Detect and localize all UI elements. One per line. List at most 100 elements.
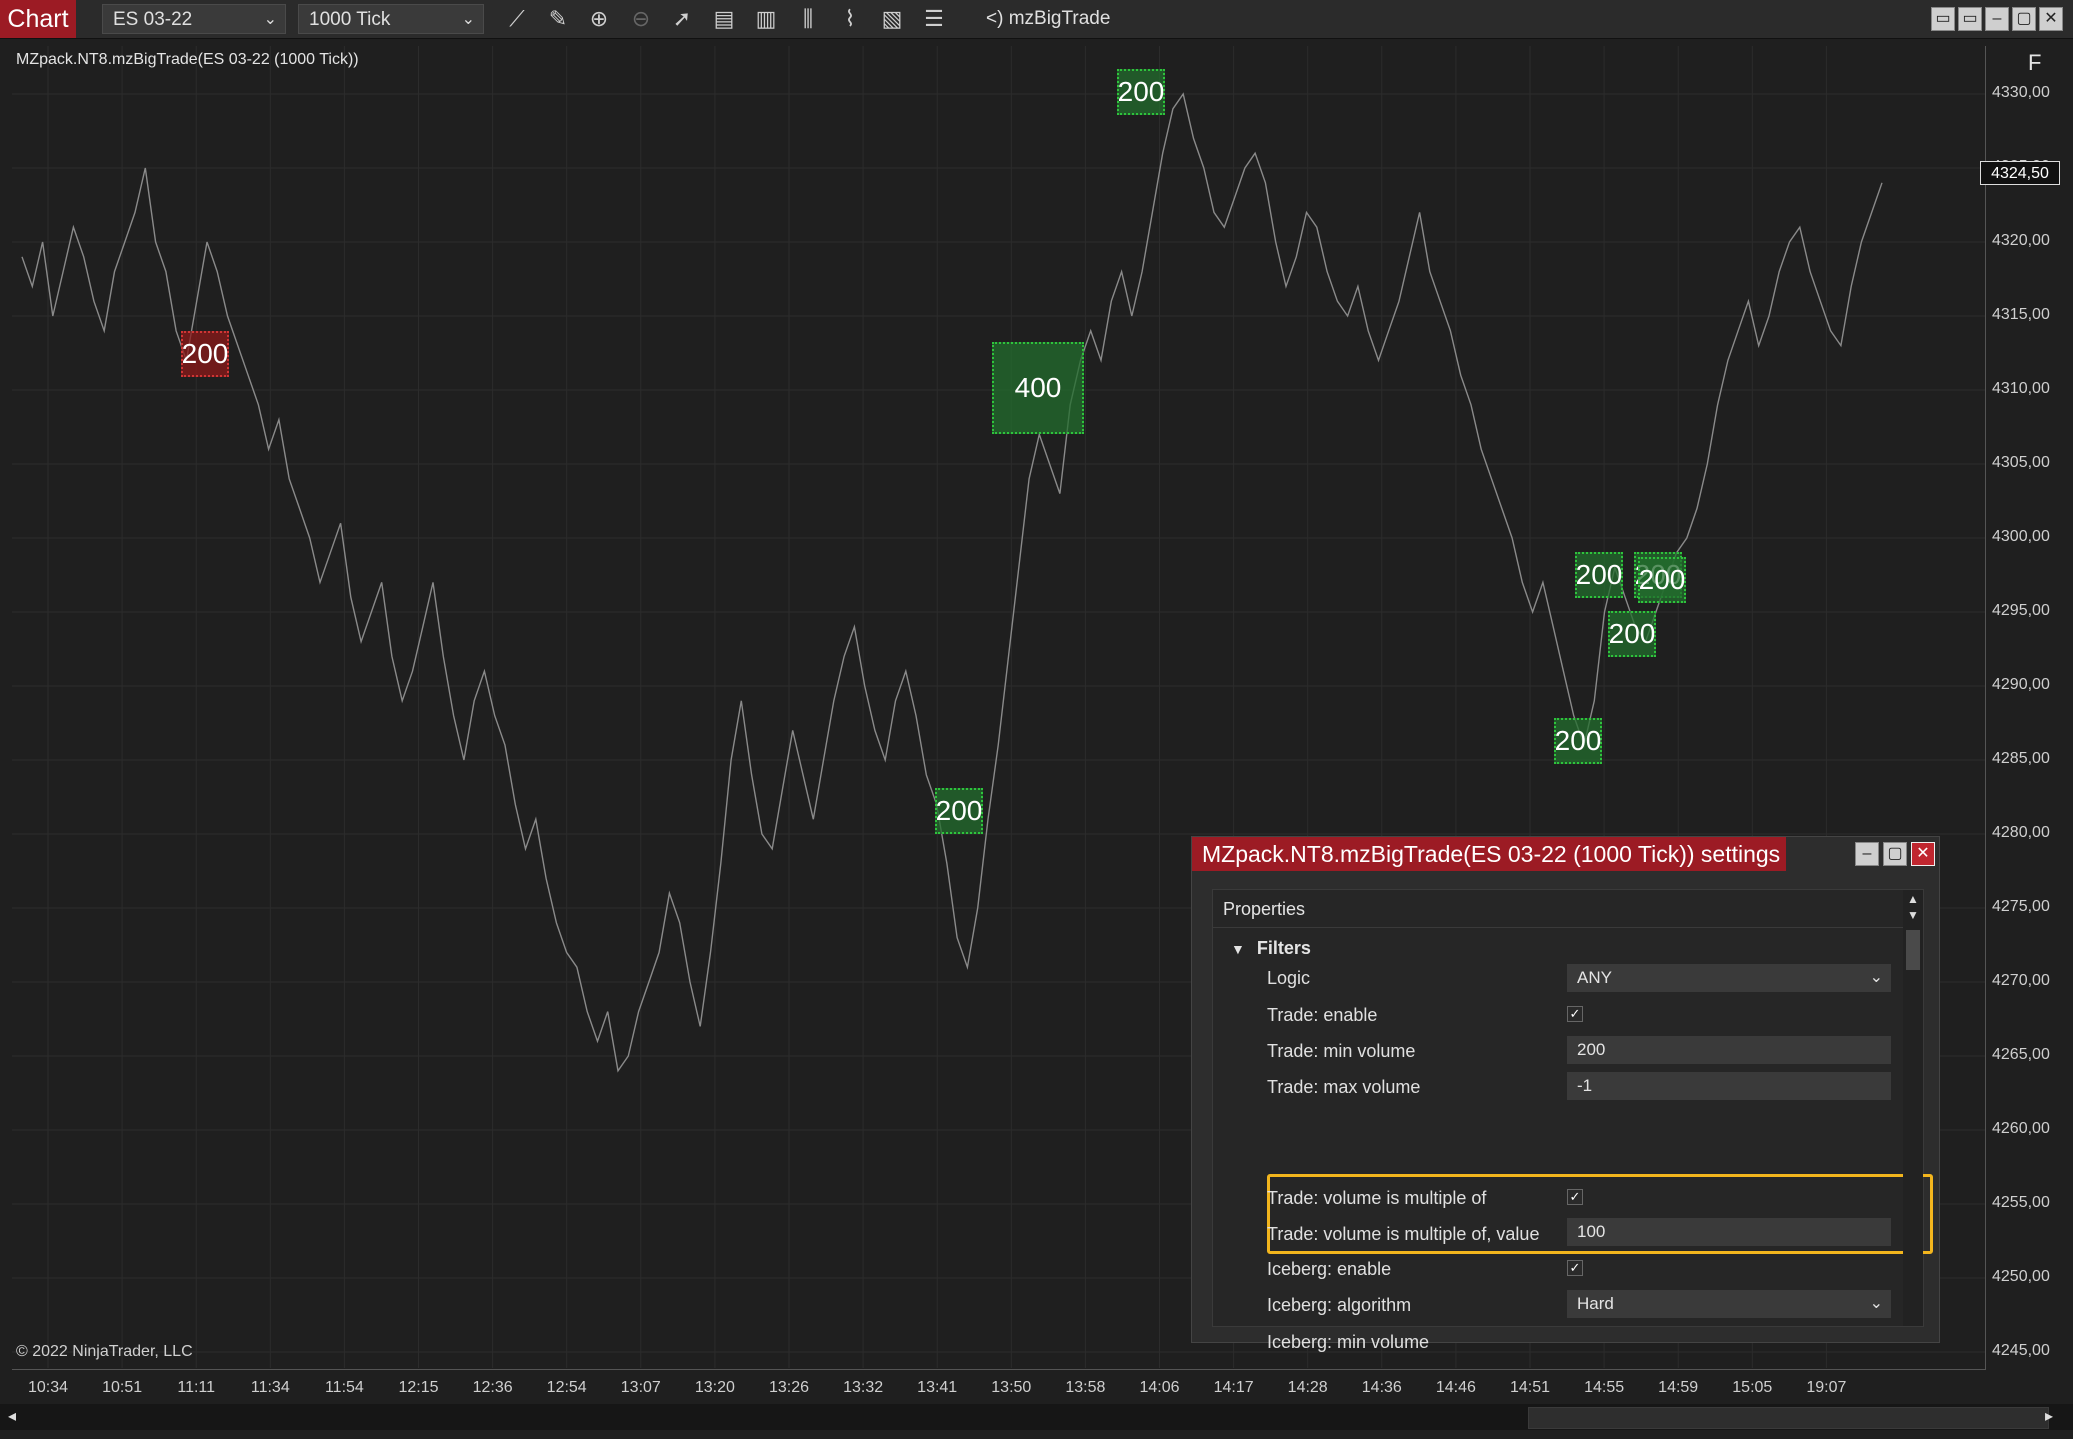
layout-alt-icon[interactable]: ▭ (1958, 7, 1982, 31)
big-trade-marker[interactable]: 200 (935, 788, 983, 834)
close-icon[interactable]: ✕ (1911, 842, 1935, 866)
list-icon[interactable]: ☰ (919, 5, 949, 33)
trade-multiple-value-input[interactable]: 100 (1567, 1218, 1891, 1246)
x-tick-label: 11:11 (177, 1379, 216, 1396)
chevron-down-icon: ⌄ (263, 11, 277, 28)
chart-horizontal-scrollbar[interactable]: ◂ ▸ (0, 1404, 2073, 1430)
iceberg-enable-checkbox[interactable]: ✓ (1567, 1260, 1583, 1276)
big-trade-marker[interactable]: 200 (1638, 557, 1686, 603)
x-tick-label: 14:17 (1213, 1379, 1254, 1396)
minimize-icon[interactable]: – (1985, 7, 2009, 31)
trade-enable-checkbox[interactable]: ✓ (1567, 1006, 1583, 1022)
chevron-down-icon: ⌄ (1869, 1295, 1883, 1312)
close-icon[interactable]: ✕ (2039, 7, 2063, 31)
layout-icon[interactable]: ▭ (1931, 7, 1955, 31)
filters-section-header[interactable]: ▼ Filters (1231, 938, 1311, 959)
logic-label: Logic (1267, 968, 1311, 988)
scroll-up-icon[interactable]: ▲ (1903, 892, 1923, 906)
big-trade-marker[interactable]: 200 (1575, 552, 1623, 598)
x-tick-label: 10:51 (102, 1379, 143, 1396)
big-trade-marker[interactable]: 200 (181, 331, 229, 377)
logic-select[interactable]: ANY ⌄ (1567, 964, 1891, 992)
y-tick-label: 4255,00 (1992, 1194, 2050, 1211)
x-tick-label: 12:15 (398, 1379, 439, 1396)
x-tick-label: 13:32 (843, 1379, 884, 1396)
copyright-text: © 2022 NinjaTrader, LLC (16, 1343, 193, 1360)
x-tick-label: 11:34 (250, 1379, 290, 1396)
x-tick-label: 19:07 (1806, 1379, 1847, 1396)
y-tick-label: 4280,00 (1992, 824, 2050, 841)
y-tick-label: 4290,00 (1992, 676, 2050, 693)
x-tick-label: 13:58 (1065, 1379, 1106, 1396)
logic-value: ANY (1577, 968, 1612, 987)
instrument-selector[interactable]: ES 03-22 ⌄ (102, 4, 286, 34)
y-tick-label: 4300,00 (1992, 528, 2050, 545)
y-tick-label: 4260,00 (1992, 1120, 2050, 1137)
big-trade-marker[interactable]: 200 (1608, 611, 1656, 657)
big-trade-marker[interactable]: 200 (1117, 69, 1165, 115)
iceberg-enable-label: Iceberg: enable (1267, 1259, 1392, 1279)
iceberg-algorithm-label: Iceberg: algorithm (1267, 1295, 1412, 1315)
trade-multiple-checkbox[interactable]: ✓ (1567, 1189, 1583, 1205)
y-tick-label: 4265,00 (1992, 1046, 2050, 1063)
template-icon[interactable]: ▧ (877, 5, 907, 33)
y-tick-label: 4270,00 (1992, 972, 2050, 989)
line-chart-icon[interactable]: ⟋ (502, 5, 532, 33)
bar-style-icon[interactable]: ▥ (751, 5, 781, 33)
zoom-out-icon[interactable]: ⊖ (626, 5, 656, 33)
chart-trader-icon[interactable]: ⫼ (793, 5, 823, 33)
f-button[interactable]: F (2028, 50, 2041, 76)
x-tick-label: 13:07 (620, 1379, 661, 1396)
y-tick-label: 4310,00 (1992, 380, 2050, 397)
iceberg-algorithm-select[interactable]: Hard ⌄ (1567, 1290, 1891, 1318)
x-tick-label: 13:26 (768, 1379, 810, 1396)
pencil-icon[interactable]: ✎ (543, 5, 573, 33)
chart-indicator-title: MZpack.NT8.mzBigTrade(ES 03-22 (1000 Tic… (16, 51, 359, 68)
pointer-icon[interactable]: ➚ (667, 5, 697, 33)
x-tick-label: 14:06 (1139, 1379, 1180, 1396)
y-tick-label: 4305,00 (1992, 454, 2050, 471)
scroll-right-icon[interactable]: ▸ (2045, 1404, 2063, 1430)
maximize-icon[interactable]: ▢ (1883, 842, 1907, 866)
properties-scrollbar[interactable]: ▲ ▼ (1903, 890, 1923, 1326)
y-tick-label: 4315,00 (1992, 306, 2050, 323)
scroll-left-icon[interactable]: ◂ (8, 1404, 26, 1430)
y-tick-label: 4295,00 (1992, 602, 2050, 619)
x-tick-label: 10:34 (27, 1379, 69, 1396)
interval-selector[interactable]: 1000 Tick ⌄ (298, 4, 484, 34)
y-tick-label: 4245,00 (1992, 1342, 2050, 1359)
dialog-title[interactable]: MZpack.NT8.mzBigTrade(ES 03-22 (1000 Tic… (1192, 837, 1786, 871)
instrument-value: ES 03-22 (113, 9, 193, 30)
x-tick-label: 12:36 (472, 1379, 513, 1396)
triangle-down-icon: ▼ (1231, 941, 1245, 957)
chart-tab[interactable]: Chart (0, 0, 76, 38)
zoom-in-icon[interactable]: ⊕ (584, 5, 614, 33)
filters-section-label: Filters (1256, 938, 1311, 958)
x-tick-label: 14:46 (1435, 1379, 1476, 1396)
trade-multiple-value-label: Trade: volume is multiple of, value (1267, 1224, 1540, 1244)
big-trade-marker[interactable]: 400 (992, 342, 1084, 434)
y-tick-label: 4320,00 (1992, 232, 2050, 249)
minimize-icon[interactable]: – (1855, 842, 1879, 866)
chart-toolbar: Chart ES 03-22 ⌄ 1000 Tick ⌄ ⟋ ✎ ⊕ ⊖ ➚ ▤… (0, 0, 2073, 39)
scroll-thumb[interactable] (1528, 1407, 2049, 1429)
iceberg-min-volume-label: Iceberg: min volume (1267, 1332, 1430, 1352)
x-tick-label: 11:54 (324, 1379, 364, 1396)
maximize-icon[interactable]: ▢ (2012, 7, 2036, 31)
x-tick-label: 14:36 (1361, 1379, 1402, 1396)
scroll-down-icon[interactable]: ▼ (1903, 908, 1923, 922)
x-axis-line (12, 1369, 1986, 1370)
data-box-icon[interactable]: ▤ (709, 5, 739, 33)
trade-max-volume-input[interactable]: -1 (1567, 1072, 1891, 1100)
big-trade-marker[interactable]: 200 (1554, 718, 1602, 764)
x-tick-label: 13:20 (694, 1379, 735, 1396)
strategy-icon[interactable]: ⌇ (835, 5, 865, 33)
x-tick-label: 14:28 (1287, 1379, 1328, 1396)
x-tick-label: 13:50 (991, 1379, 1032, 1396)
x-tick-label: 13:41 (917, 1379, 958, 1396)
trade-enable-label: Trade: enable (1267, 1005, 1378, 1025)
trade-min-volume-input[interactable]: 200 (1567, 1036, 1891, 1064)
indicator-label[interactable]: <) mzBigTrade (986, 0, 1110, 38)
chevron-down-icon: ⌄ (461, 11, 475, 28)
scroll-thumb[interactable] (1906, 930, 1920, 970)
